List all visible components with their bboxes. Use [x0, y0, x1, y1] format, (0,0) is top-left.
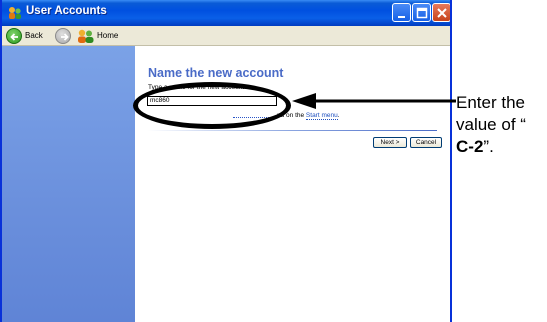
close-icon	[437, 8, 447, 18]
title-bar[interactable]: User Accounts	[2, 0, 450, 26]
back-label[interactable]: Back	[25, 31, 43, 40]
page-title: Name the new account	[148, 66, 284, 80]
separator-line	[147, 130, 437, 131]
next-button[interactable]: Next >	[373, 137, 407, 148]
back-arrow-icon[interactable]	[6, 28, 22, 44]
toolbar: Back Home	[2, 26, 450, 46]
cancel-button[interactable]: Cancel	[410, 137, 442, 148]
forward-arrow-icon[interactable]	[55, 28, 71, 44]
callout-line-2: value of “	[456, 115, 526, 134]
maximize-button[interactable]	[412, 3, 431, 22]
note-end: .	[337, 112, 340, 119]
close-button[interactable]	[432, 3, 450, 22]
minimize-button[interactable]	[392, 3, 411, 22]
callout-line-1: Enter the	[456, 93, 525, 112]
maximize-icon	[416, 7, 428, 19]
home-users-icon[interactable]	[77, 28, 95, 44]
user-accounts-window: User Accounts Back Home Name the new acc…	[0, 0, 452, 322]
task-sidebar	[2, 46, 135, 322]
callout-arrow	[292, 93, 456, 109]
start-menu-link[interactable]: Start menu	[305, 112, 338, 120]
callout-line-3-rest: ”.	[483, 137, 494, 156]
callout-ellipse	[133, 82, 291, 129]
home-label[interactable]: Home	[97, 31, 118, 40]
callout-line-3: C-2”.	[456, 136, 546, 158]
window-title: User Accounts	[26, 5, 107, 17]
user-accounts-icon	[9, 7, 21, 19]
callout-code: C-2	[456, 137, 484, 156]
callout-text: Enter the value of “ C-2”.	[456, 92, 546, 158]
minimize-icon	[398, 16, 405, 18]
